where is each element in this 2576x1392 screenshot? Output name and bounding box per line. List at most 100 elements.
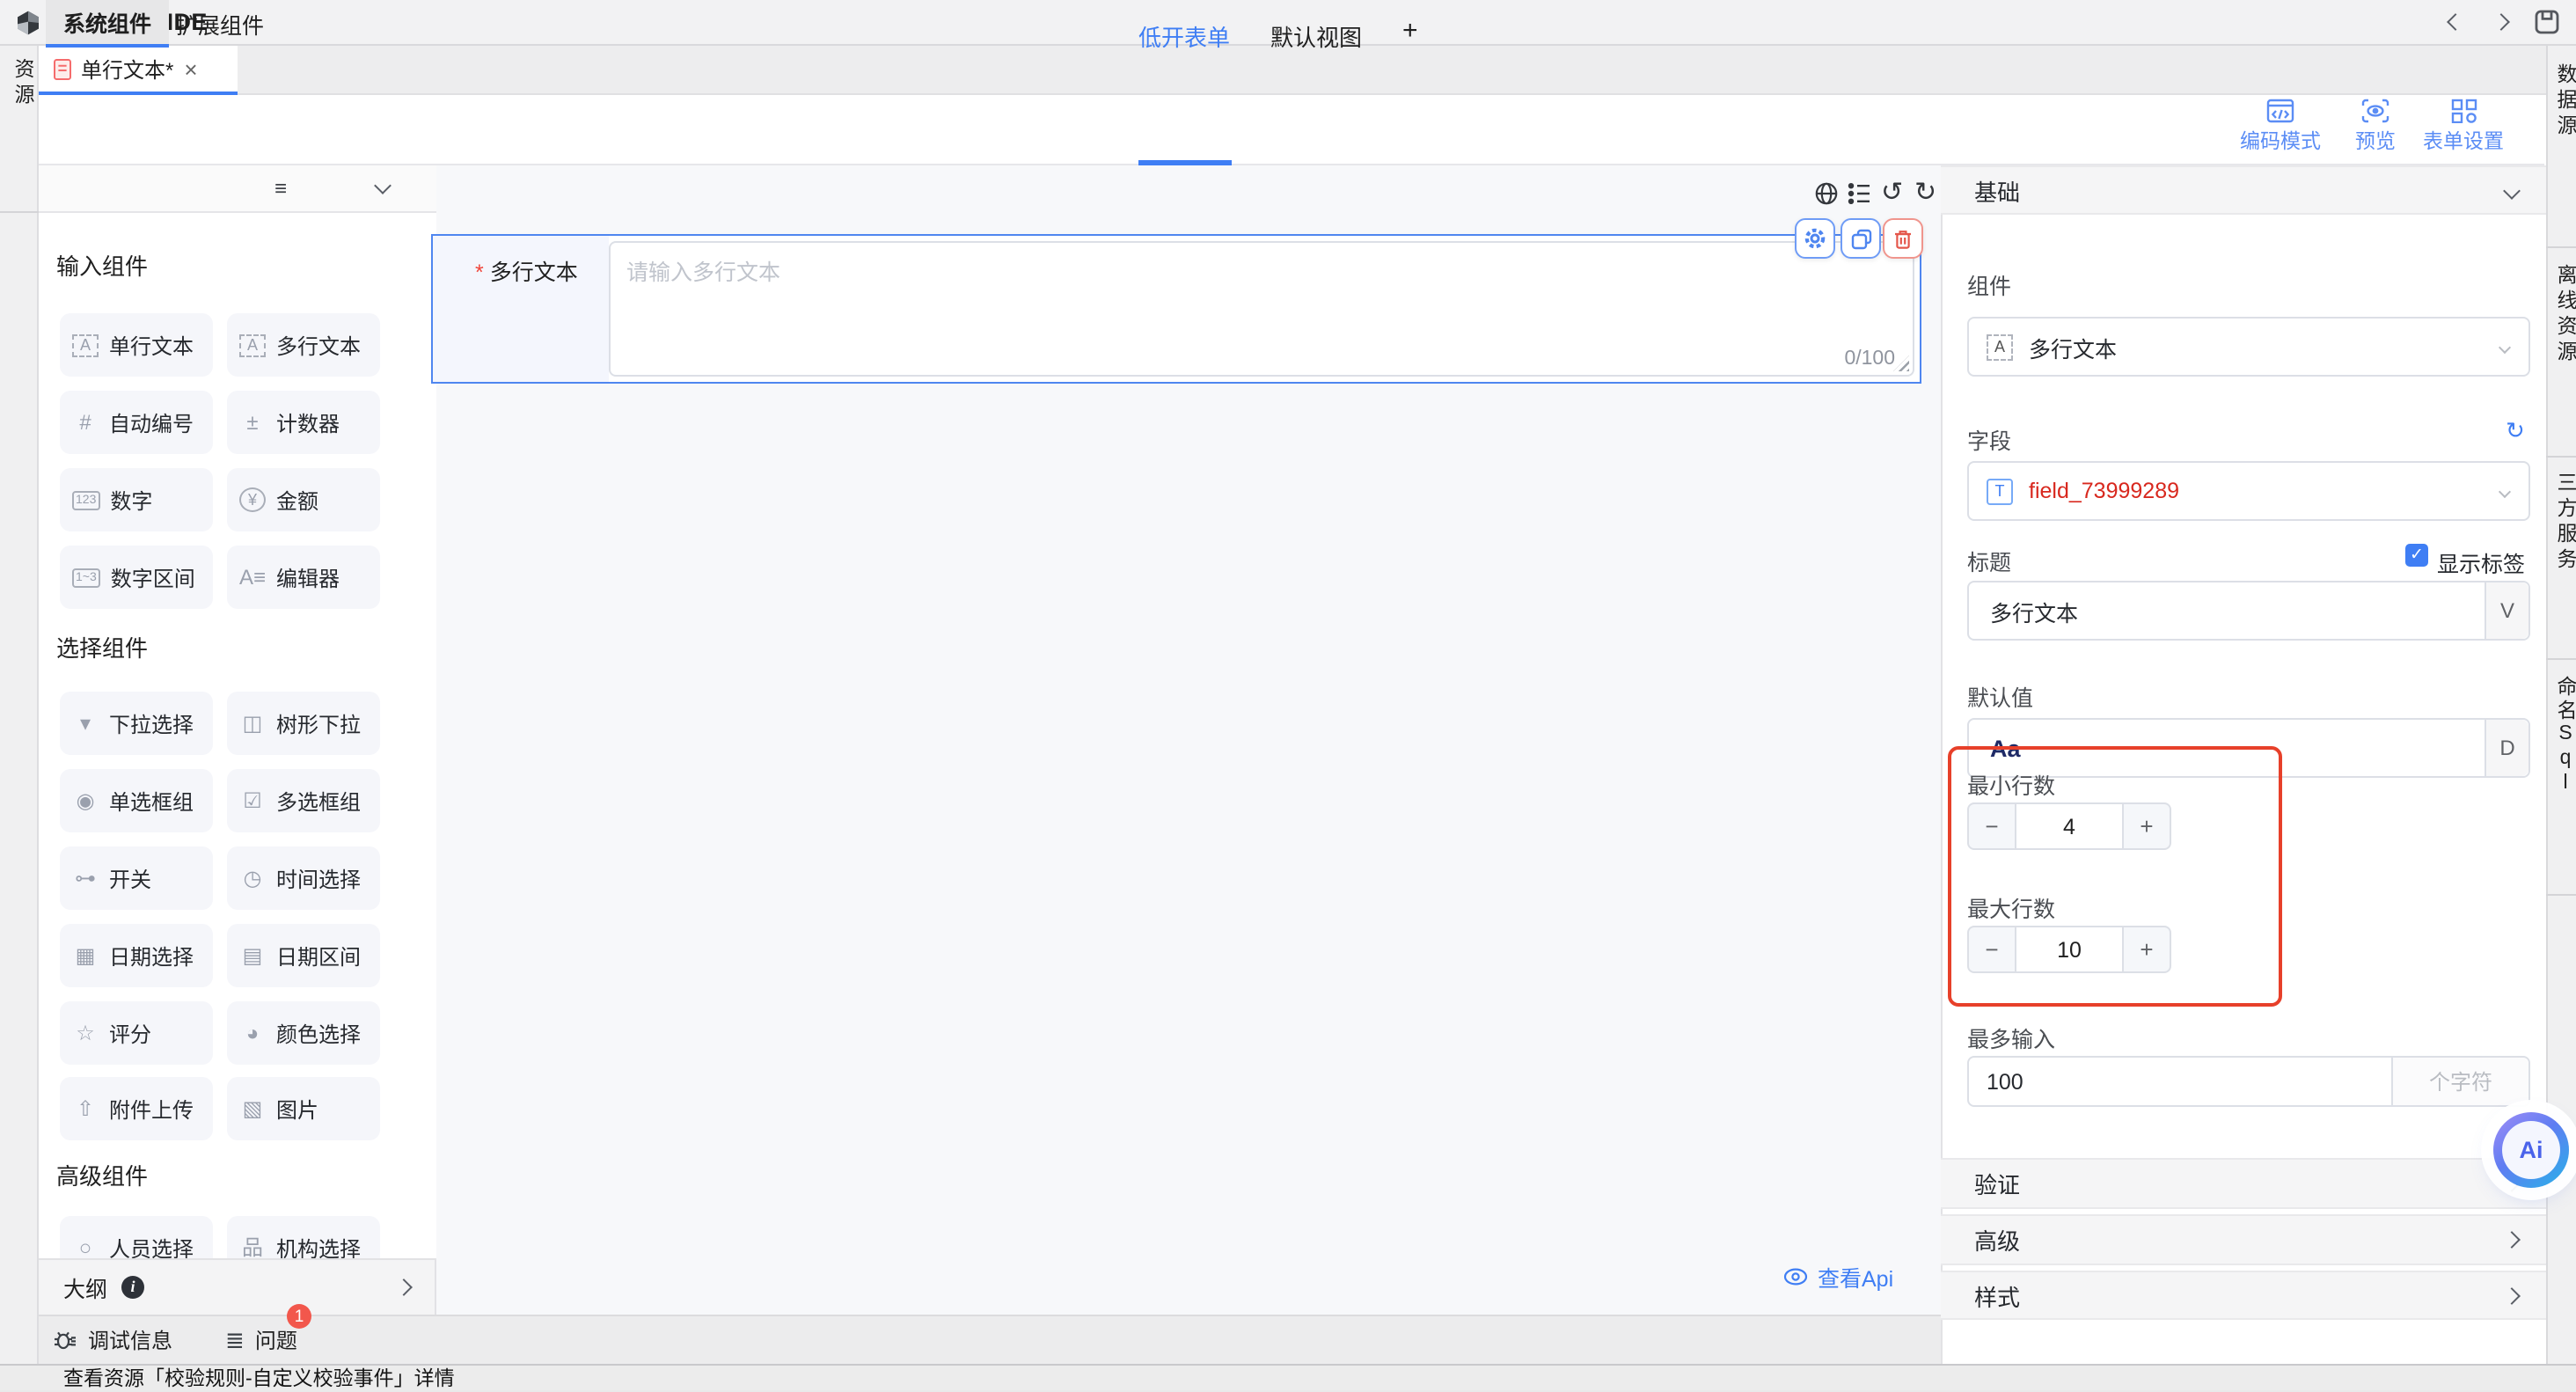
view-api-link[interactable]: 查看Api bbox=[1782, 1260, 1893, 1293]
problems-count-badge: 1 bbox=[287, 1304, 311, 1329]
component-item-dropdown[interactable]: ▾ 下拉选择 bbox=[60, 692, 213, 755]
problems-list-icon[interactable]: ≣ bbox=[225, 1326, 245, 1354]
datasource-strip-tab[interactable]: 数据源 bbox=[2551, 63, 2576, 140]
chevron-down-icon bbox=[2499, 485, 2511, 497]
component-item-currency[interactable]: ¥ 金额 bbox=[227, 468, 380, 531]
section-validation[interactable]: 验证 bbox=[1941, 1158, 2546, 1209]
problems-label[interactable]: 问题 bbox=[255, 1325, 297, 1355]
debug-bug-icon[interactable] bbox=[53, 1329, 77, 1352]
resource-strip-tab[interactable]: 资源 bbox=[9, 58, 37, 109]
resize-handle[interactable] bbox=[1893, 355, 1909, 371]
component-item-date-range[interactable]: ▤ 日期区间 bbox=[227, 924, 380, 987]
radio-group-icon: ◉ bbox=[72, 790, 99, 811]
component-item-editor[interactable]: A≡ 编辑器 bbox=[227, 546, 380, 609]
field-select-value: field_73999289 bbox=[2029, 479, 2179, 503]
single-line-text-icon: A bbox=[72, 333, 99, 356]
component-item-tree-dropdown[interactable]: ◫ 树形下拉 bbox=[227, 692, 380, 755]
gear-icon bbox=[1804, 227, 1826, 250]
field-delete-button[interactable] bbox=[1883, 218, 1923, 259]
tab-lowcode-form[interactable]: 低开表单 bbox=[1138, 19, 1230, 53]
component-item-multi-line-text[interactable]: A 多行文本 bbox=[227, 313, 380, 377]
component-item-auto-number[interactable]: # 自动编号 bbox=[60, 391, 213, 454]
component-select[interactable]: A 多行文本 bbox=[1967, 317, 2530, 377]
chevron-right-icon bbox=[2503, 1286, 2521, 1304]
time-picker-icon: ◷ bbox=[239, 868, 266, 889]
ai-assistant-button[interactable]: Ai bbox=[2493, 1112, 2569, 1188]
section-advanced[interactable]: 高级 bbox=[1941, 1214, 2546, 1265]
default-value-addon[interactable]: D bbox=[2485, 720, 2528, 776]
section-basic[interactable]: 基础 bbox=[1941, 165, 2546, 215]
min-rows-value[interactable]: 4 bbox=[2016, 802, 2122, 850]
counter-icon: ± bbox=[239, 412, 266, 433]
component-item-radio-group[interactable]: ◉ 单选框组 bbox=[60, 769, 213, 832]
debug-info-label[interactable]: 调试信息 bbox=[88, 1325, 172, 1355]
dropdown-icon: ▾ bbox=[72, 713, 99, 734]
minus-button[interactable]: − bbox=[1967, 926, 2016, 973]
minus-button[interactable]: − bbox=[1967, 802, 2016, 850]
named-sql-strip-tab[interactable]: 命名Sql bbox=[2551, 676, 2576, 797]
tab-system-components[interactable]: 系统组件 bbox=[46, 0, 169, 48]
status-message[interactable]: 查看资源「校验规则-自定义校验事件」详情 bbox=[63, 1364, 455, 1392]
nav-back-icon[interactable] bbox=[2447, 13, 2464, 31]
tab-extension-components[interactable]: 扩展组件 bbox=[158, 0, 282, 48]
outline-tree-icon[interactable] bbox=[1848, 181, 1872, 206]
section-validation-label: 验证 bbox=[1974, 1167, 2020, 1200]
show-label-text: 显示标签 bbox=[2437, 546, 2525, 579]
undo-icon[interactable]: ↺ bbox=[1881, 179, 1903, 206]
title-i18n-addon[interactable]: V bbox=[2485, 582, 2528, 639]
field-settings-button[interactable] bbox=[1795, 218, 1835, 259]
component-item-color-picker[interactable]: ◕ 颜色选择 bbox=[227, 1001, 380, 1065]
close-tab-icon[interactable]: × bbox=[184, 55, 197, 82]
char-counter: 0/100 bbox=[1844, 348, 1895, 370]
component-item-checkbox-group[interactable]: ☑ 多选框组 bbox=[227, 769, 380, 832]
preview-button[interactable]: 预览 bbox=[2351, 99, 2400, 155]
component-item-label: 数字区间 bbox=[111, 562, 195, 592]
multiline-textarea[interactable]: 请输入多行文本 0/100 bbox=[609, 241, 1914, 377]
component-item-org-select[interactable]: 品 机构选择 bbox=[227, 1216, 380, 1258]
field-select[interactable]: T field_73999289 bbox=[1967, 461, 2530, 521]
component-item-person-select[interactable]: ○ 人员选择 bbox=[60, 1216, 213, 1258]
auto-number-icon: # bbox=[72, 412, 99, 433]
show-label-checkbox[interactable]: ✓ bbox=[2405, 544, 2428, 567]
component-item-counter[interactable]: ± 计数器 bbox=[227, 391, 380, 454]
form-settings-button[interactable]: 表单设置 bbox=[2409, 99, 2518, 155]
code-mode-button[interactable]: 编码模式 bbox=[2226, 99, 2335, 155]
component-item-label: 附件上传 bbox=[109, 1094, 194, 1124]
field-copy-button[interactable] bbox=[1841, 218, 1881, 259]
nav-forward-icon[interactable] bbox=[2492, 13, 2510, 31]
component-item-single-line-text[interactable]: A 单行文本 bbox=[60, 313, 213, 377]
expand-outline-icon[interactable] bbox=[395, 1278, 413, 1296]
component-item-switch[interactable]: ⊶ 开关 bbox=[60, 846, 213, 910]
plus-button[interactable]: + bbox=[2122, 802, 2171, 850]
outline-bar[interactable]: 大纲 i bbox=[39, 1258, 436, 1315]
max-input-field[interactable]: 100 个字符 bbox=[1967, 1056, 2530, 1107]
component-item-number-range[interactable]: 1~3 数字区间 bbox=[60, 546, 213, 609]
selected-field-multiline-text[interactable]: * 多行文本 请输入多行文本 0/100 bbox=[431, 234, 1921, 384]
component-item-rating[interactable]: ☆ 评分 bbox=[60, 1001, 213, 1065]
redo-icon[interactable]: ↻ bbox=[1914, 179, 1936, 206]
globe-icon[interactable] bbox=[1814, 181, 1839, 206]
max-rows-value[interactable]: 10 bbox=[2016, 926, 2122, 973]
component-item-date-picker[interactable]: ▦ 日期选择 bbox=[60, 924, 213, 987]
title-input[interactable]: 多行文本 V bbox=[1967, 581, 2530, 641]
add-view-button[interactable]: + bbox=[1402, 16, 1418, 46]
third-party-service-strip-tab[interactable]: 三方服务 bbox=[2551, 472, 2576, 574]
component-item-time-picker[interactable]: ◷ 时间选择 bbox=[227, 846, 380, 910]
max-rows-label: 最大行数 bbox=[1967, 890, 2055, 924]
component-item-image[interactable]: ▧ 图片 bbox=[227, 1077, 380, 1140]
save-icon[interactable] bbox=[2534, 9, 2560, 35]
panel-menu-icon[interactable]: ≡ bbox=[274, 176, 287, 201]
refresh-icon[interactable]: ↻ bbox=[2506, 417, 2525, 445]
preview-label: 预览 bbox=[2355, 127, 2396, 155]
tab-default-view[interactable]: 默认视图 bbox=[1270, 19, 1362, 53]
section-style[interactable]: 样式 bbox=[1941, 1271, 2546, 1320]
component-item-label: 时间选择 bbox=[276, 863, 361, 893]
component-item-number[interactable]: 123 数字 bbox=[60, 468, 213, 531]
section-style-label: 样式 bbox=[1974, 1278, 2020, 1312]
editor-icon: A≡ bbox=[239, 567, 266, 588]
document-tab[interactable]: 单行文本* × bbox=[39, 46, 238, 95]
offline-resource-strip-tab[interactable]: 离线资源 bbox=[2551, 264, 2576, 366]
form-settings-icon bbox=[2450, 99, 2477, 123]
plus-button[interactable]: + bbox=[2122, 926, 2171, 973]
component-item-file-upload[interactable]: ⇧ 附件上传 bbox=[60, 1077, 213, 1140]
